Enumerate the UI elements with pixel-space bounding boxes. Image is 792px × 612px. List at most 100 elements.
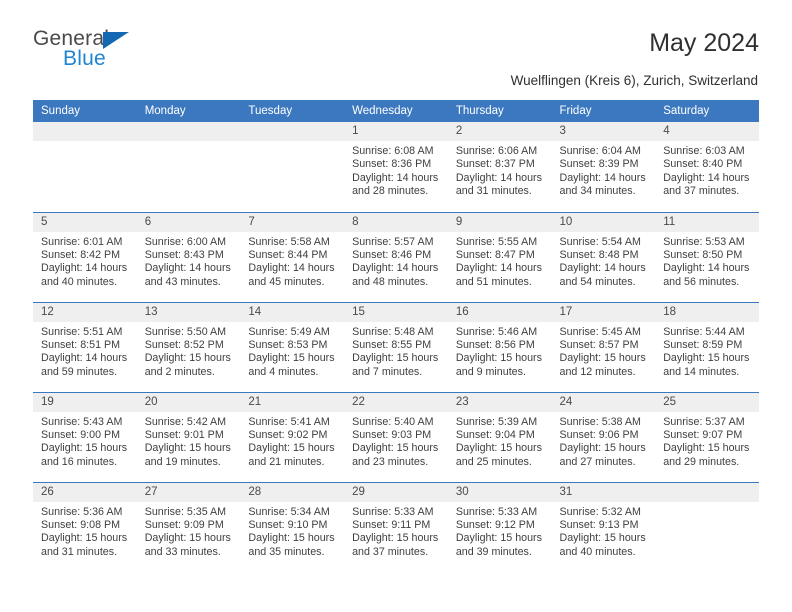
calendar-day-cell[interactable]: 28 Sunrise: 5:34 AM Sunset: 9:10 PM Dayligh… (240, 481, 345, 572)
day-number: 23 (447, 392, 552, 412)
calendar-day-cell[interactable]: 7 Sunrise: 5:58 AM Sunset: 8:44 PM Daylight… (240, 211, 345, 302)
calendar-day-cell[interactable]: 11 Sunrise: 5:53 AM Sunset: 8:50 PM Dayligh… (655, 211, 759, 302)
calendar-day-cell[interactable]: 29 Sunrise: 5:33 AM Sunset: 9:11 PM Dayligh… (344, 481, 448, 572)
calendar-day-cell[interactable]: 4 Sunrise: 6:03 AM Sunset: 8:40 PM Daylight… (655, 122, 759, 212)
calendar-day-cell[interactable]: 22 Sunrise: 5:40 AM Sunset: 9:03 PM Dayligh… (344, 391, 448, 482)
sunrise-text: Sunrise: 6:08 AM (352, 145, 434, 157)
calendar-day-cell[interactable]: 25 Sunrise: 5:37 AM Sunset: 9:07 PM Dayligh… (655, 391, 759, 482)
sunset-text: Sunset: 8:55 PM (352, 338, 432, 351)
daylight-text-line1: Daylight: 15 hours (352, 442, 439, 455)
day-cell-content: 7 Sunrise: 5:58 AM Sunset: 8:44 PM Daylight… (240, 212, 345, 302)
daylight-text-line1: Daylight: 14 hours (248, 262, 335, 275)
daylight-text-line2: and 31 minutes. (455, 185, 532, 198)
daylight-text-line1: Daylight: 14 hours (144, 262, 231, 275)
day-number: 7 (240, 212, 345, 232)
day-cell-content (240, 122, 345, 212)
day-cell-content: 16 Sunrise: 5:46 AM Sunset: 8:56 PM Dayligh… (447, 302, 552, 392)
day-sun-info: Sunrise: 5:33 AM Sunset: 9:12 PM Daylight:… (448, 502, 552, 560)
day-cell-content: 3 Sunrise: 6:04 AM Sunset: 8:39 PM Daylight… (551, 122, 656, 212)
calendar-day-cell[interactable]: 2 Sunrise: 6:06 AM Sunset: 8:37 PM Daylight… (447, 122, 552, 212)
calendar-day-cell[interactable]: 20 Sunrise: 5:42 AM Sunset: 9:01 PM Dayligh… (136, 391, 241, 482)
daylight-text-line1: Daylight: 15 hours (352, 532, 439, 545)
weekday-header-thursday: Thursday (447, 100, 552, 122)
calendar-day-cell[interactable]: 23 Sunrise: 5:39 AM Sunset: 9:04 PM Dayligh… (447, 391, 552, 482)
daylight-text-line1: Daylight: 15 hours (352, 352, 439, 365)
daylight-text-line2: and 45 minutes. (248, 275, 325, 288)
day-sun-info: Sunrise: 5:46 AM Sunset: 8:56 PM Daylight:… (448, 322, 552, 380)
sunset-text: Sunset: 9:13 PM (559, 518, 639, 531)
sunrise-text: Sunrise: 5:53 AM (663, 235, 745, 248)
day-sun-info: Sunrise: 5:57 AM Sunset: 8:46 PM Daylight:… (344, 232, 448, 290)
calendar-day-cell[interactable]: 14 Sunrise: 5:49 AM Sunset: 8:53 PM Dayligh… (240, 301, 345, 392)
calendar-day-cell[interactable]: 6 Sunrise: 6:00 AM Sunset: 8:43 PM Daylight… (136, 211, 241, 302)
sunset-text: Sunset: 8:39 PM (559, 158, 639, 171)
calendar-day-cell[interactable]: 9 Sunrise: 5:55 AM Sunset: 8:47 PM Daylight… (447, 211, 552, 302)
calendar-week-row: 19 Sunrise: 5:43 AM Sunset: 9:00 PM Dayligh… (33, 391, 759, 482)
day-cell-content: 30 Sunrise: 5:33 AM Sunset: 9:12 PM Dayligh… (447, 482, 552, 573)
day-number: 25 (655, 392, 759, 412)
calendar-day-cell[interactable]: 5 Sunrise: 6:01 AM Sunset: 8:42 PM Daylight… (33, 211, 137, 302)
calendar-day-cell-empty (655, 481, 759, 573)
calendar-day-cell[interactable]: 19 Sunrise: 5:43 AM Sunset: 9:00 PM Dayligh… (33, 391, 137, 482)
day-number: 5 (33, 212, 137, 232)
calendar-day-cell[interactable]: 24 Sunrise: 5:38 AM Sunset: 9:06 PM Dayligh… (551, 391, 656, 482)
calendar-day-cell[interactable]: 17 Sunrise: 5:45 AM Sunset: 8:57 PM Dayligh… (551, 301, 656, 392)
sunrise-text: Sunrise: 5:35 AM (144, 505, 227, 518)
sunset-text: Sunset: 8:52 PM (144, 338, 224, 351)
calendar-day-cell[interactable]: 18 Sunrise: 5:44 AM Sunset: 8:59 PM Dayligh… (655, 301, 759, 392)
calendar-day-cell[interactable]: 12 Sunrise: 5:51 AM Sunset: 8:51 PM Dayligh… (33, 301, 137, 392)
page-header: General Blue May 2024 (33, 0, 759, 69)
sunrise-text: Sunrise: 5:41 AM (248, 415, 330, 428)
logo-text-blue: Blue (63, 47, 106, 70)
day-sun-info: Sunrise: 5:43 AM Sunset: 9:00 PM Daylight:… (33, 412, 137, 470)
calendar-day-cell[interactable]: 15 Sunrise: 5:48 AM Sunset: 8:55 PM Dayligh… (344, 301, 448, 392)
calendar-day-cell-empty (136, 122, 241, 212)
daylight-text-line2: and 31 minutes. (41, 545, 118, 558)
calendar-day-cell[interactable]: 1 Sunrise: 6:08 AM Sunset: 8:36 PM Daylight… (344, 122, 448, 212)
daylight-text-line1: Daylight: 15 hours (248, 532, 335, 545)
calendar-day-cell[interactable]: 26 Sunrise: 5:36 AM Sunset: 9:08 PM Dayligh… (33, 481, 137, 572)
daylight-text-line2: and 34 minutes. (559, 185, 636, 198)
daylight-text-line1: Daylight: 14 hours (663, 262, 750, 275)
daylight-text-line1: Daylight: 15 hours (559, 532, 646, 545)
day-number: 12 (33, 302, 137, 322)
calendar-day-cell[interactable]: 13 Sunrise: 5:50 AM Sunset: 8:52 PM Dayligh… (136, 301, 241, 392)
sunrise-text: Sunrise: 5:46 AM (455, 325, 538, 338)
daylight-text-line2: and 7 minutes. (352, 365, 423, 378)
logo-text-general: General (33, 27, 110, 50)
day-number (240, 122, 345, 141)
calendar-day-cell[interactable]: 8 Sunrise: 5:57 AM Sunset: 8:46 PM Daylight… (344, 211, 448, 302)
calendar-day-cell[interactable]: 27 Sunrise: 5:35 AM Sunset: 9:09 PM Dayligh… (136, 481, 241, 573)
daylight-text-line1: Daylight: 14 hours (352, 262, 439, 275)
daylight-text-line1: Daylight: 15 hours (144, 442, 231, 455)
sunset-text: Sunset: 8:59 PM (663, 338, 743, 351)
day-sun-info: Sunrise: 5:58 AM Sunset: 8:44 PM Daylight:… (240, 232, 344, 290)
calendar-day-cell[interactable]: 31 Sunrise: 5:32 AM Sunset: 9:13 PM Dayligh… (551, 481, 656, 572)
day-cell-content: 4 Sunrise: 6:03 AM Sunset: 8:40 PM Daylight… (655, 122, 759, 212)
day-number: 9 (447, 212, 552, 232)
sunset-text: Sunset: 9:06 PM (559, 428, 639, 441)
calendar-day-cell[interactable]: 16 Sunrise: 5:46 AM Sunset: 8:56 PM Dayligh… (447, 301, 552, 392)
day-number: 24 (551, 392, 656, 412)
day-cell-content: 27 Sunrise: 5:35 AM Sunset: 9:09 PM Dayligh… (136, 482, 241, 573)
daylight-text-line1: Daylight: 15 hours (663, 352, 750, 365)
daylight-text-line2: and 37 minutes. (663, 185, 740, 198)
sunrise-text: Sunrise: 5:36 AM (41, 505, 123, 518)
calendar-day-cell[interactable]: 30 Sunrise: 5:33 AM Sunset: 9:12 PM Dayligh… (447, 481, 552, 573)
sunrise-text: Sunrise: 5:54 AM (559, 235, 641, 248)
general-blue-logo[interactable]: General Blue (33, 28, 153, 74)
sunset-text: Sunset: 8:57 PM (559, 338, 639, 351)
calendar-day-cell[interactable]: 10 Sunrise: 5:54 AM Sunset: 8:48 PM Dayligh… (551, 211, 656, 302)
sunrise-text: Sunrise: 6:06 AM (455, 145, 538, 157)
day-cell-content (655, 482, 759, 573)
daylight-text-line1: Daylight: 15 hours (41, 442, 128, 455)
daylight-text-line2: and 35 minutes. (248, 545, 325, 558)
daylight-text-line2: and 28 minutes. (352, 185, 429, 198)
calendar-day-cell[interactable]: 3 Sunrise: 6:04 AM Sunset: 8:39 PM Daylight… (551, 122, 656, 212)
calendar-day-cell[interactable]: 21 Sunrise: 5:41 AM Sunset: 9:02 PM Dayligh… (240, 391, 345, 482)
sunset-text: Sunset: 9:12 PM (455, 518, 535, 531)
day-cell-content: 25 Sunrise: 5:37 AM Sunset: 9:07 PM Dayligh… (655, 392, 759, 482)
day-cell-content: 19 Sunrise: 5:43 AM Sunset: 9:00 PM Dayligh… (33, 392, 137, 482)
sunset-text: Sunset: 8:47 PM (455, 248, 535, 261)
daylight-text-line1: Daylight: 14 hours (663, 171, 750, 184)
